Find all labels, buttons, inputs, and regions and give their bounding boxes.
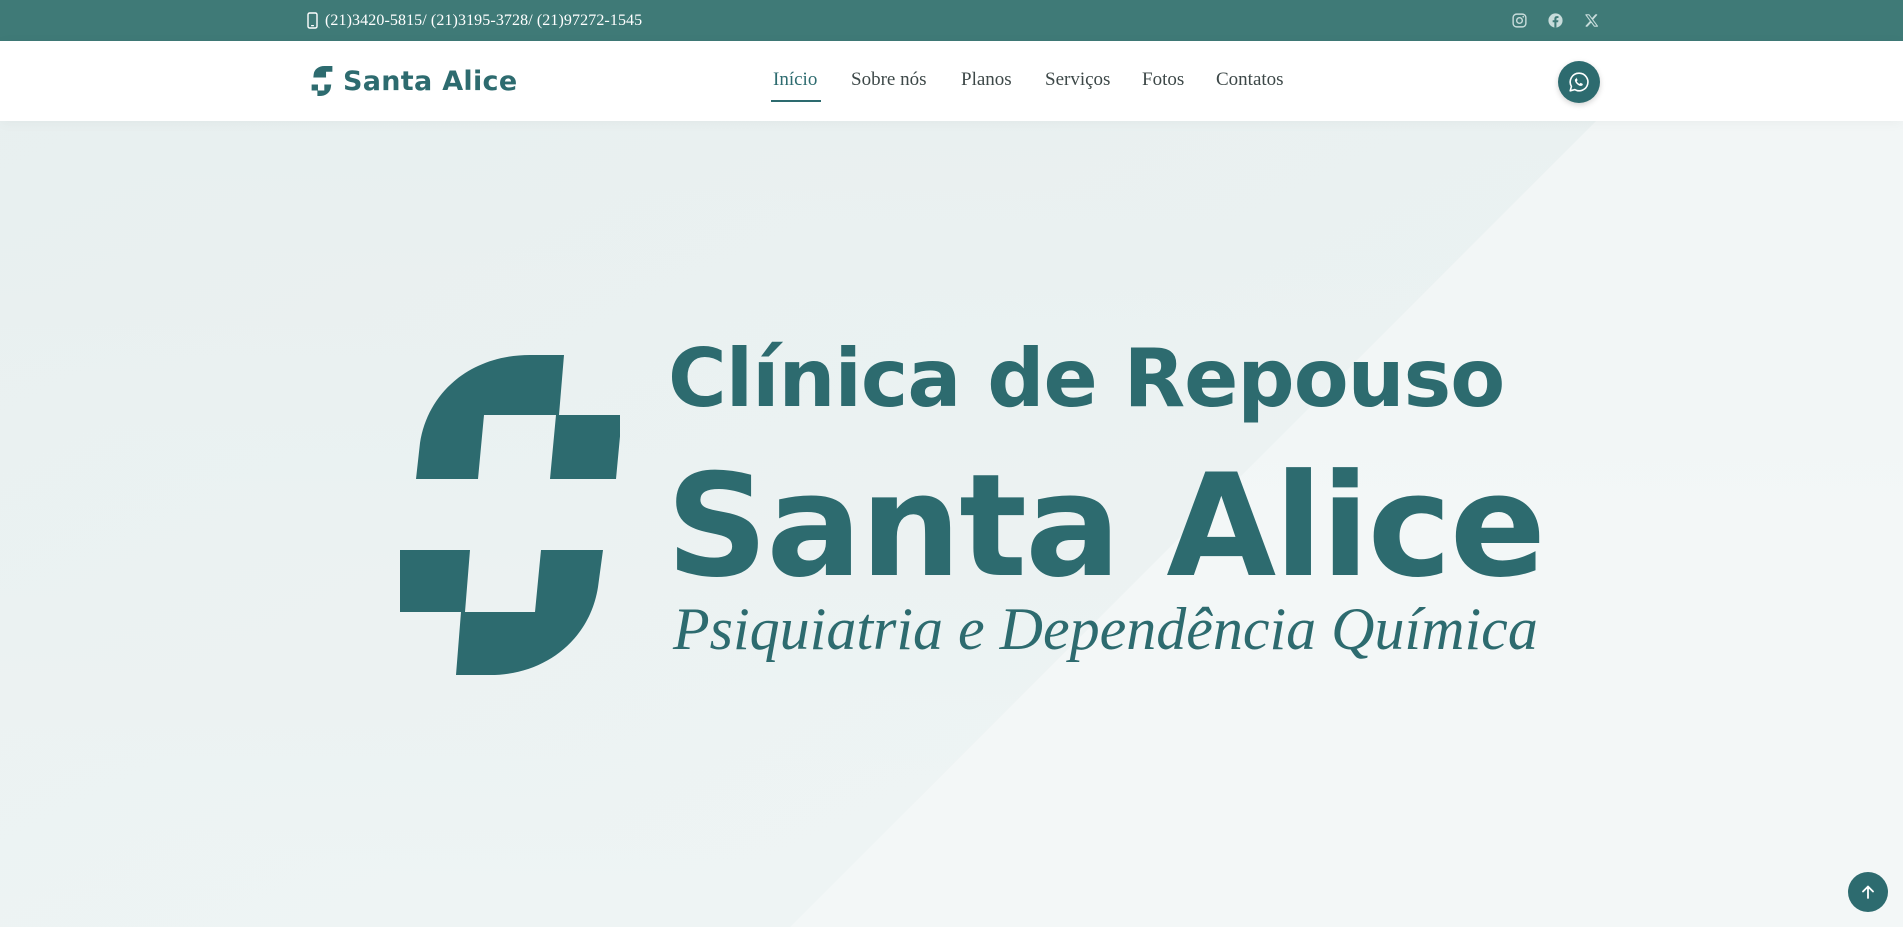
back-to-top-button[interactable] xyxy=(1848,872,1888,912)
brand-logo-link[interactable]: Santa Alice xyxy=(311,59,517,103)
nav-item-sobre-nos[interactable]: Sobre nós xyxy=(851,69,926,91)
arrow-up-icon xyxy=(1862,885,1874,899)
phone-info: (21)3420-5815/ (21)3195-3728/ (21)97272-… xyxy=(307,0,642,41)
nav-item-contatos[interactable]: Contatos xyxy=(1216,69,1284,91)
hero-title: Clínica de Repouso xyxy=(668,332,1505,425)
top-bar: (21)3420-5815/ (21)3195-3728/ (21)97272-… xyxy=(0,0,1903,41)
hero-subtitle: Psiquiatria e Dependência Química xyxy=(673,596,1538,662)
nav-item-fotos[interactable]: Fotos xyxy=(1142,69,1184,91)
whatsapp-button[interactable] xyxy=(1558,61,1600,103)
x-twitter-icon[interactable] xyxy=(1579,0,1603,41)
instagram-icon[interactable] xyxy=(1507,0,1531,41)
nav-item-servicos[interactable]: Serviços xyxy=(1045,69,1110,91)
whatsapp-icon xyxy=(1569,72,1589,92)
facebook-icon[interactable] xyxy=(1543,0,1567,41)
brand-cross-icon xyxy=(311,66,333,96)
hero-clinic-name: Santa Alice xyxy=(666,444,1546,609)
phone-numbers: (21)3420-5815/ (21)3195-3728/ (21)97272-… xyxy=(325,11,643,29)
hero-section: Clínica de Repouso Santa Alice Psiquiatr… xyxy=(0,121,1903,927)
phone-icon xyxy=(307,12,318,29)
clinic-cross-logo xyxy=(400,355,620,675)
nav-item-planos[interactable]: Planos xyxy=(961,69,1012,91)
nav-item-inicio[interactable]: Início xyxy=(773,69,817,91)
site-header: Santa Alice Início Sobre nós Planos Serv… xyxy=(0,41,1903,121)
brand-name: Santa Alice xyxy=(343,65,518,97)
active-nav-indicator xyxy=(771,100,821,102)
